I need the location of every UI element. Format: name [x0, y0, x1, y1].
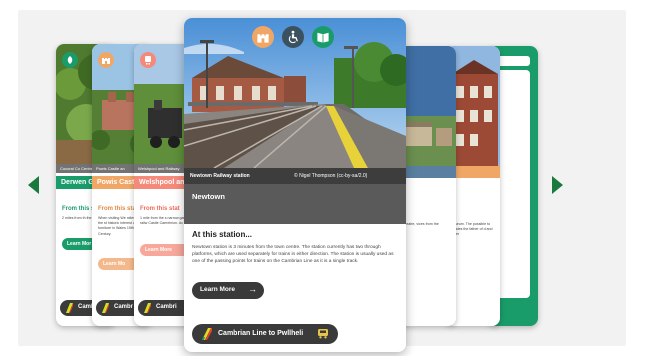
carousel-next-arrow[interactable] — [552, 176, 563, 194]
line-button-label: Cambri — [156, 304, 177, 310]
card-description: 1 mile from the s narrow gauge railw Cas… — [140, 216, 190, 226]
carousel-prev-arrow[interactable] — [28, 176, 39, 194]
card-description: Museum. The possible to ncludes the fath… — [450, 222, 493, 236]
station-photo — [398, 46, 456, 166]
line-button-label: Cambr — [114, 304, 134, 310]
castle-icon — [252, 26, 274, 48]
learn-more-label: Learn More — [200, 286, 236, 293]
town-name: Newtown — [192, 192, 225, 201]
card-body-panel — [496, 70, 530, 298]
line-stripe-icon — [202, 328, 212, 340]
train-icon — [140, 52, 156, 68]
arrow-right-icon: → — [248, 284, 257, 294]
section-title: At this station... — [192, 230, 252, 239]
learn-more-button[interactable]: Learn More — [140, 244, 190, 256]
carousel-stage: Museum. The possible to ncludes the fath… — [0, 0, 648, 356]
photo-caption: Newtown Railway station — [190, 173, 250, 179]
card-subtitle: From this stat — [98, 206, 138, 212]
card-header-bar — [496, 56, 530, 66]
train-map-icon — [318, 329, 328, 339]
cambrian-line-button[interactable]: Cambrian Line to Pwllheli — [192, 324, 338, 344]
line-stripe-icon — [102, 303, 109, 313]
accessibility-icon — [282, 26, 304, 48]
castle-icon — [98, 52, 114, 68]
card-description: Theatre, vices from the — [402, 222, 439, 226]
line-stripe-icon — [144, 303, 151, 313]
station-description: Newtown station is 3 minutes from the to… — [192, 245, 394, 265]
photo-credit: © Nigel Thompson (cc-by-sa/2.0) — [294, 173, 368, 179]
town-band: Newtown — [184, 184, 406, 224]
line-stripe-icon — [66, 303, 73, 313]
card-subtitle: From this stat — [140, 206, 180, 212]
photo-caption-bar: Newtown Railway station © Nigel Thompson… — [184, 168, 406, 184]
station-card-right-1[interactable]: Theatre, vices from the — [398, 46, 456, 326]
leaf-icon — [62, 52, 78, 68]
station-card-newtown: Newtown Railway station © Nigel Thompson… — [184, 18, 406, 352]
line-button-label: Cambrian Line to Pwllheli — [218, 330, 304, 337]
learn-more-button[interactable]: Learn More → — [192, 282, 264, 299]
book-icon — [312, 26, 334, 48]
card-title-band — [398, 166, 456, 178]
